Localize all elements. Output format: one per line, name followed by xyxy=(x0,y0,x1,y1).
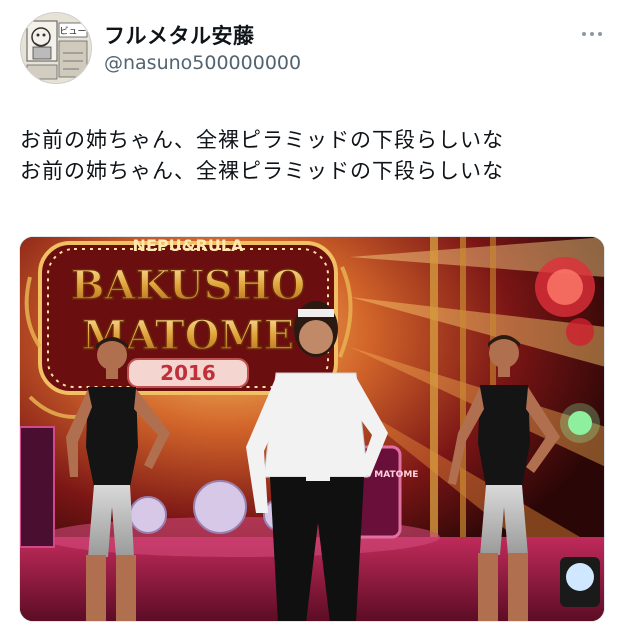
left-panel xyxy=(20,426,55,548)
author-display-name[interactable]: フルメタル安藤 xyxy=(104,20,255,50)
sign-line1-text: BAKUSHO xyxy=(71,262,306,309)
tweet-text-line: お前の姉ちゃん、全裸ピラミッドの下段らしいな xyxy=(20,128,504,152)
author-handle[interactable]: @nasuno500000000 xyxy=(104,52,301,74)
stage-spotlight xyxy=(560,557,600,607)
avatar-caption: ビュー xyxy=(59,26,86,37)
more-horizontal-icon-dot xyxy=(590,32,594,36)
sign-year-text: 2016 xyxy=(160,361,216,385)
tweet-text-line: お前の姉ちゃん、全裸ピラミッドの下段らしいな xyxy=(20,159,504,183)
tweet-media-image[interactable]: NEPU&RULA BAKUSHO MATOME 2016 BAKUSHO MA… xyxy=(19,236,605,622)
sign-top-text: NEPU&RULA xyxy=(133,237,245,255)
show-sign: NEPU&RULA BAKUSHO MATOME 2016 xyxy=(38,237,338,395)
more-horizontal-icon xyxy=(582,32,586,36)
tweet-header: ビュー フルメタル安藤 @nasuno500000000 xyxy=(0,0,624,100)
more-options-button[interactable] xyxy=(574,20,610,48)
tweet-text: お前の姉ちゃん、全裸ピラミッドの下段らしいな お前の姉ちゃん、全裸ピラミッドの下… xyxy=(20,125,610,187)
more-horizontal-icon-dot xyxy=(598,32,602,36)
avatar[interactable]: ビュー xyxy=(20,12,92,84)
